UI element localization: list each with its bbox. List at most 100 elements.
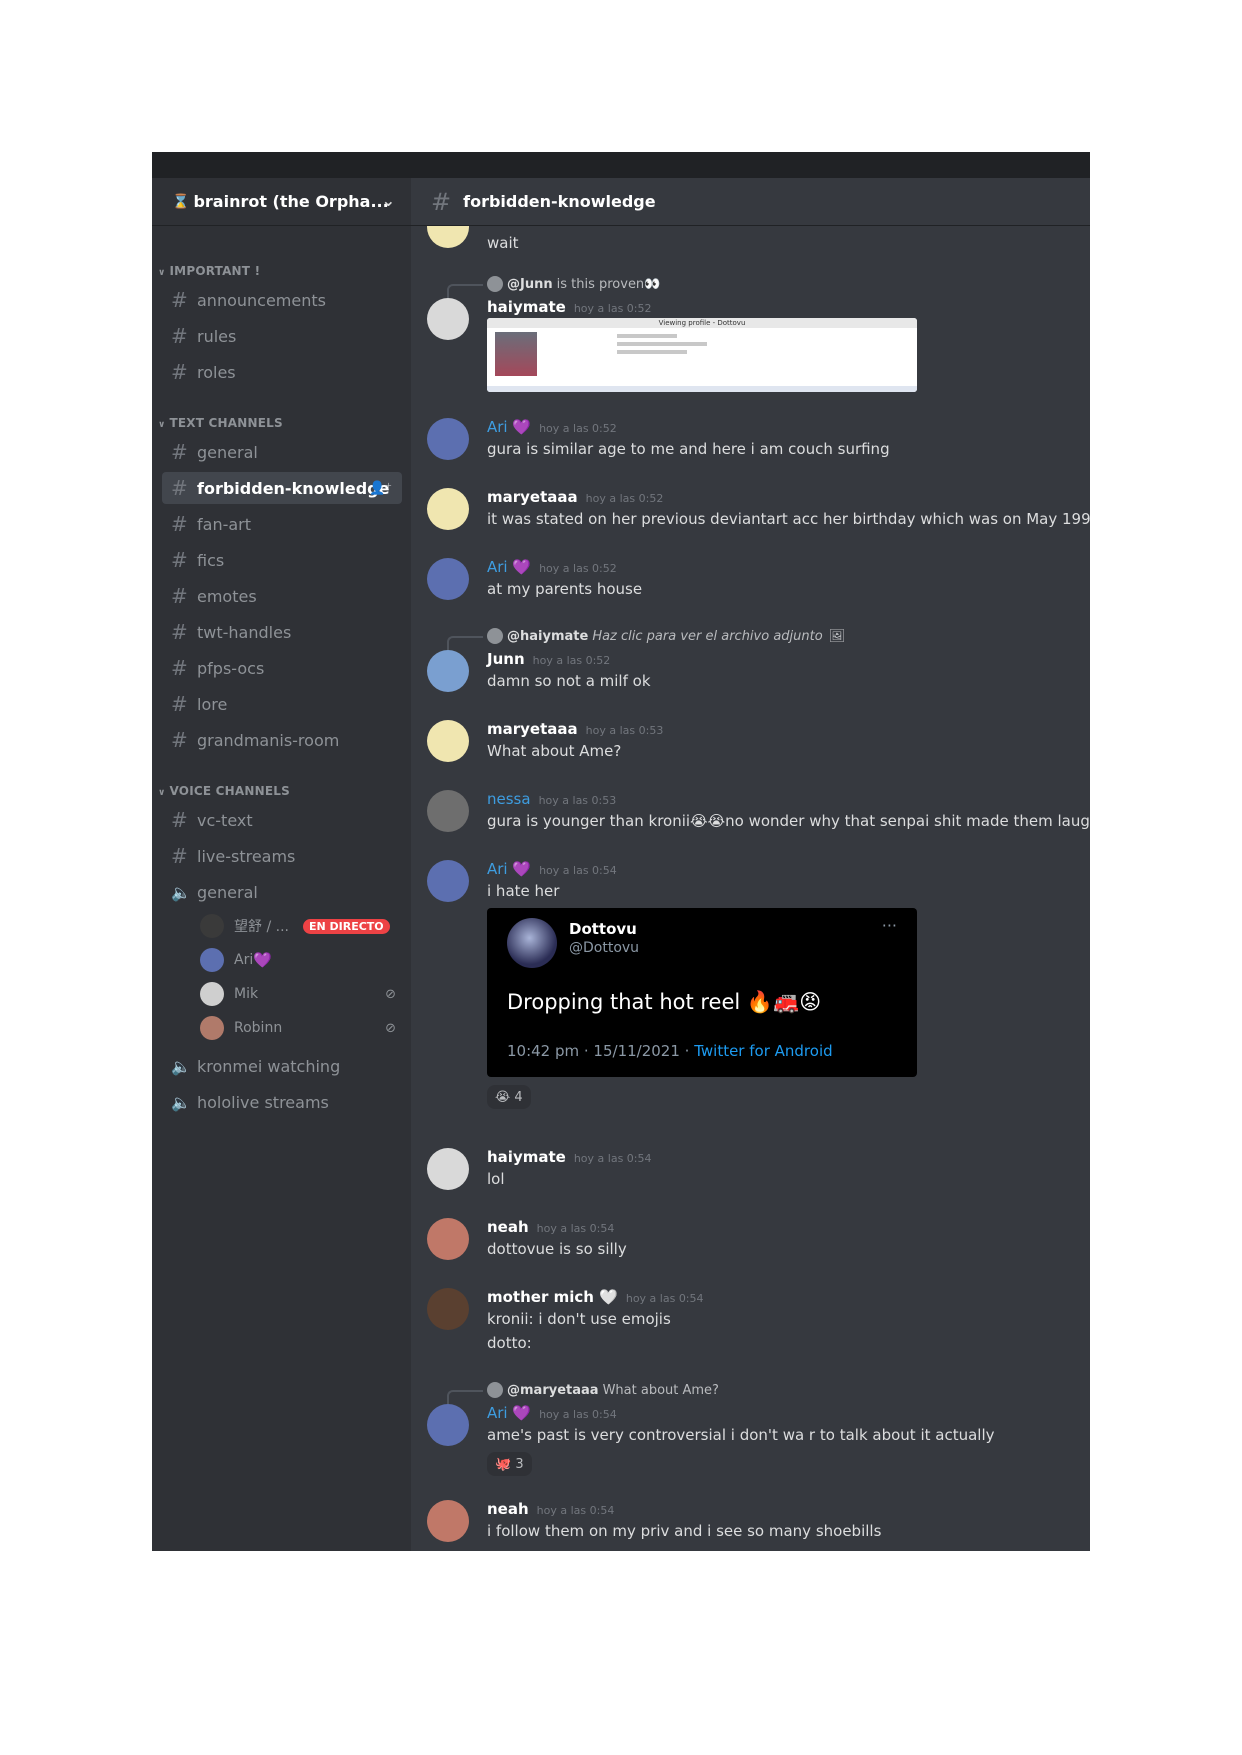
reaction[interactable]: 🐙 3 <box>487 1452 532 1476</box>
avatar[interactable] <box>427 226 469 248</box>
channel-pfps-ocs[interactable]: # pfps-ocs <box>162 652 402 684</box>
avatar[interactable] <box>427 298 469 340</box>
avatar[interactable] <box>427 1218 469 1260</box>
server-header[interactable]: ⌛ brainrot (the Orpha... ⌄ <box>152 178 411 226</box>
avatar[interactable] <box>427 790 469 832</box>
reaction-count: 4 <box>514 1089 523 1105</box>
image-attachment[interactable]: Viewing profile - Dottovu <box>487 318 917 392</box>
message-text: dottovue is so silly <box>487 1240 627 1258</box>
message-text: i follow them on my priv and i see so ma… <box>487 1522 882 1540</box>
reply-preview[interactable]: @haiymate Haz clic para ver el archivo ad… <box>487 628 845 644</box>
timestamp: hoy a las 0:54 <box>539 864 617 877</box>
voice-channel-kronmei-watching[interactable]: 🔈 kronmei watching <box>162 1050 402 1082</box>
embed-tweet-text: Dropping that hot reel 🔥🚒😡 <box>507 990 822 1014</box>
hourglass-icon: ⌛ <box>172 193 190 210</box>
username-label: Junn <box>487 650 525 668</box>
avatar[interactable] <box>427 860 469 902</box>
mic-muted-icon: ⊘ <box>385 986 396 1002</box>
timestamp: hoy a las 0:52 <box>585 492 664 505</box>
title-bar <box>152 152 1090 178</box>
message-text: wait <box>487 234 519 252</box>
username[interactable]: maryetaaa hoy a las 0:53 <box>487 720 663 738</box>
channel-emotes[interactable]: # emotes <box>162 580 402 612</box>
username[interactable]: haiymate hoy a las 0:52 <box>487 298 652 316</box>
avatar <box>487 628 503 644</box>
voice-user[interactable]: Ari 💜 <box>200 946 400 974</box>
channel-label: roles <box>197 362 236 382</box>
username-label: nessa <box>487 790 531 808</box>
avatar[interactable] <box>427 1148 469 1190</box>
channel-grandmanis-room[interactable]: # grandmanis-room <box>162 724 402 756</box>
image-footer <box>487 386 917 392</box>
username[interactable]: Junn hoy a las 0:52 <box>487 650 610 668</box>
voice-user[interactable]: 望舒 / ... EN DIRECTO <box>200 912 400 940</box>
avatar[interactable] <box>427 558 469 600</box>
voice-user[interactable]: Robinn ⊘ <box>200 1014 400 1042</box>
channel-vc-text[interactable]: # vc-text <box>162 804 402 836</box>
message-list[interactable]: wait @Junn is this proven👀 haiymate hoy a … <box>411 226 1090 1551</box>
username[interactable]: mother mich 🤍 hoy a las 0:54 <box>487 1288 704 1306</box>
hash-icon: # <box>171 440 188 464</box>
category-voice-channels[interactable]: ∨ VOICE CHANNELS <box>158 784 290 798</box>
message-text: lol <box>487 1170 505 1188</box>
reply-text: is this proven👀 <box>556 276 661 292</box>
message-text: at my parents house <box>487 580 643 598</box>
username[interactable]: Ari 💜 hoy a las 0:52 <box>487 418 617 436</box>
add-user-icon[interactable]: 👤⁺ <box>369 481 392 496</box>
channel-announcements[interactable]: # announcements <box>162 284 402 316</box>
reaction[interactable]: 😭 4 <box>487 1085 531 1109</box>
channel-roles[interactable]: # roles <box>162 356 402 388</box>
avatar[interactable] <box>427 418 469 460</box>
voice-channel-hololive-streams[interactable]: 🔈 hololive streams <box>162 1086 402 1118</box>
message-text: kronii: i don't use emojis <box>487 1310 671 1328</box>
channel-general[interactable]: # general <box>162 436 402 468</box>
chevron-down-icon[interactable]: ⌄ <box>382 191 395 210</box>
hash-icon: # <box>171 808 188 832</box>
reply-preview[interactable]: @Junn is this proven👀 <box>487 276 660 292</box>
live-badge: EN DIRECTO <box>302 918 390 934</box>
username[interactable]: Ari 💜 hoy a las 0:52 <box>487 558 617 576</box>
more-icon[interactable]: ··· <box>882 916 897 935</box>
embed-source-link[interactable]: Twitter for Android <box>694 1042 832 1060</box>
timestamp: hoy a las 0:52 <box>539 422 617 435</box>
voice-user[interactable]: Mik ⊘ <box>200 980 400 1008</box>
username[interactable]: neah hoy a las 0:54 <box>487 1500 614 1518</box>
channel-live-streams[interactable]: # live-streams <box>162 840 402 872</box>
channel-rules[interactable]: # rules <box>162 320 402 352</box>
reply-preview[interactable]: @maryetaaa What about Ame? <box>487 1382 719 1398</box>
username[interactable]: neah hoy a las 0:54 <box>487 1218 614 1236</box>
channel-label: hololive streams <box>197 1092 329 1112</box>
username[interactable]: Ari 💜 hoy a las 0:54 <box>487 1404 617 1422</box>
channel-twt-handles[interactable]: # twt-handles <box>162 616 402 648</box>
category-important[interactable]: ∨ IMPORTANT ! <box>158 264 260 278</box>
channel-fics[interactable]: # fics <box>162 544 402 576</box>
avatar[interactable] <box>427 1288 469 1330</box>
username[interactable]: nessa hoy a las 0:53 <box>487 790 616 808</box>
message-text: What about Ame? <box>487 742 622 760</box>
embed-author[interactable]: Dottovu <box>569 920 637 938</box>
avatar[interactable] <box>427 650 469 692</box>
voice-channel-general[interactable]: 🔈 general <box>162 876 402 908</box>
avatar[interactable] <box>427 488 469 530</box>
tweet-embed[interactable]: Dottovu @Dottovu ··· Dropping that hot r… <box>487 908 917 1077</box>
timestamp: hoy a las 0:54 <box>539 1408 617 1421</box>
timestamp: hoy a las 0:53 <box>585 724 664 737</box>
category-text-channels[interactable]: ∨ TEXT CHANNELS <box>158 416 283 430</box>
username[interactable]: haiymate hoy a las 0:54 <box>487 1148 652 1166</box>
username[interactable]: maryetaaa hoy a las 0:52 <box>487 488 663 506</box>
heart-icon: 💜 <box>512 1404 532 1422</box>
avatar[interactable] <box>427 1404 469 1446</box>
avatar <box>487 1382 503 1398</box>
username-label: neah <box>487 1500 529 1518</box>
username[interactable]: Ari 💜 hoy a las 0:54 <box>487 860 617 878</box>
channel-fan-art[interactable]: # fan-art <box>162 508 402 540</box>
username-label: mother mich <box>487 1288 594 1306</box>
channel-lore[interactable]: # lore <box>162 688 402 720</box>
avatar[interactable] <box>427 1500 469 1542</box>
avatar[interactable] <box>427 720 469 762</box>
channel-label: twt-handles <box>197 622 292 642</box>
reply-connector <box>447 1390 483 1404</box>
channel-forbidden-knowledge[interactable]: # forbidden-knowledge 👤⁺ <box>162 472 402 504</box>
hash-icon: # <box>171 512 188 536</box>
hash-icon: # <box>171 548 188 572</box>
